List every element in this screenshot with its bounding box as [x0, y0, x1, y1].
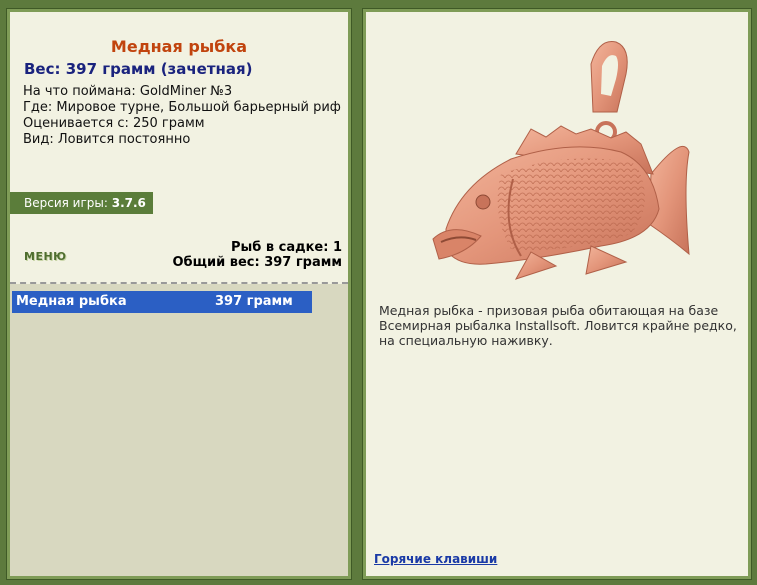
catch-item-name: Медная рыбка [16, 294, 127, 309]
total-weight: Общий вес: 397 грамм [172, 255, 342, 270]
fish-title: Медная рыбка [110, 37, 248, 56]
catch-list: Медная рыбка 397 грамм [10, 284, 348, 576]
fish-description: Медная рыбка - призовая рыба обитающая н… [379, 303, 737, 348]
kind-info: Вид: Ловится постоянно [23, 132, 191, 147]
location-info: Где: Мировое турне, Большой барьерный ри… [23, 100, 341, 115]
menu-button[interactable]: МЕНЮ [24, 250, 67, 263]
version-value: 3.7.6 [111, 196, 146, 210]
fish-info-panel: Медная рыбка Вес: 397 грамм (зачетная) Н… [6, 8, 352, 580]
copper-fish-image [432, 40, 690, 280]
bait-info: На что поймана: GoldMiner №3 [23, 84, 233, 99]
fish-detail-panel: Медная рыбка - призовая рыба обитающая н… [362, 8, 752, 580]
version-bar: Версия игры: 3.7.6 [10, 192, 153, 214]
hotkeys-link[interactable]: Горячие клавиши [374, 552, 497, 566]
value-info: Оцениваeтся с: 250 грамм [23, 116, 205, 131]
fish-count: Рыб в садке: 1 [230, 240, 342, 255]
version-label: Версия игры: [24, 196, 112, 210]
fish-weight: Вес: 397 грамм (зачетная) [24, 60, 253, 78]
catch-list-item[interactable]: Медная рыбка 397 грамм [12, 291, 312, 313]
catch-item-weight: 397 грамм [215, 294, 293, 309]
